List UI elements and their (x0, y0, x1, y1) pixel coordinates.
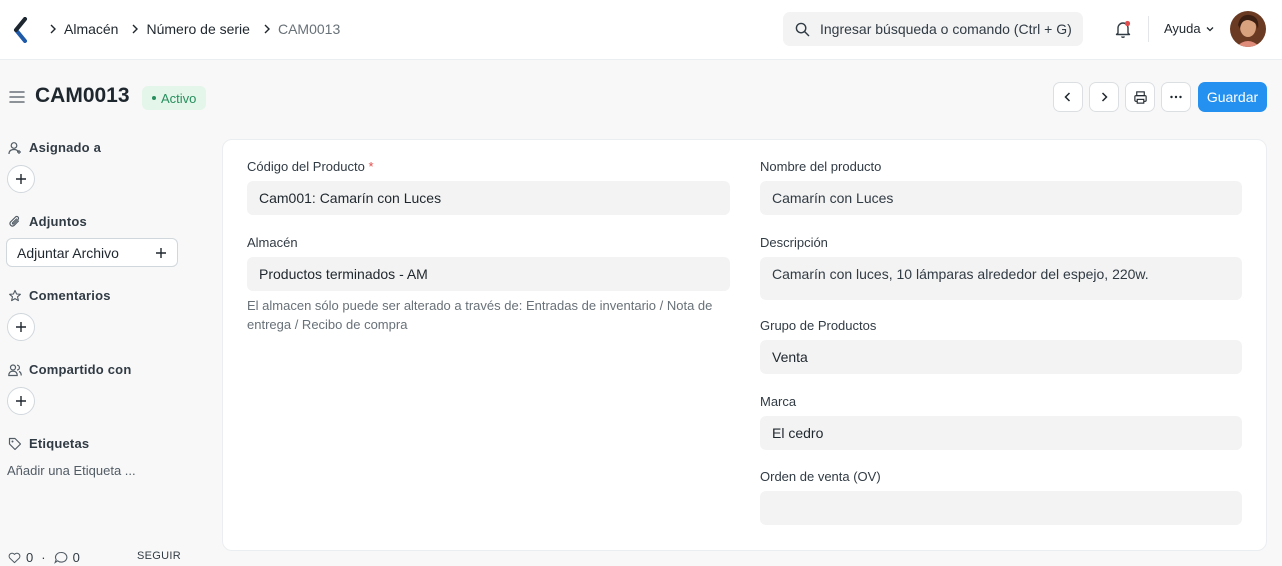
printer-icon (1133, 90, 1147, 104)
product-name-field: Camarín con Luces (760, 181, 1242, 215)
attachments-section: Adjuntos (8, 214, 87, 229)
comments-section: Comentarios (8, 288, 111, 303)
assigned-to-section: Asignado a (8, 140, 101, 155)
assigned-to-label: Asignado a (29, 140, 102, 155)
product-name-label: Nombre del producto (760, 159, 882, 174)
print-button[interactable] (1125, 82, 1155, 112)
required-indicator: * (368, 159, 374, 174)
attach-file-button[interactable]: Adjuntar Archivo (6, 238, 178, 267)
brand-field[interactable]: El cedro (760, 416, 1242, 450)
save-button[interactable]: Guardar (1198, 82, 1267, 112)
like-count: 0 (26, 550, 34, 565)
breadcrumb-warehouse[interactable]: Almacén (62, 21, 120, 37)
product-code-field[interactable]: Cam001: Camarín con Luces (247, 181, 730, 215)
plus-icon (16, 174, 26, 184)
more-horizontal-icon (1170, 95, 1182, 99)
product-code-label-text: Código del Producto (247, 159, 365, 174)
product-code-label: Código del Producto * (247, 159, 374, 174)
attach-file-label: Adjuntar Archivo (17, 244, 119, 261)
add-share-button[interactable] (7, 387, 35, 415)
description-field: Camarín con luces, 10 lámparas alrededor… (760, 257, 1242, 300)
chevron-right-icon (258, 23, 276, 35)
separator-dot: · (41, 550, 46, 565)
plus-icon (16, 322, 26, 332)
product-group-field[interactable]: Venta (760, 340, 1242, 374)
shared-with-label: Compartido con (29, 362, 132, 377)
follow-button[interactable]: SEGUIR (137, 550, 181, 562)
attachments-label: Adjuntos (29, 214, 87, 229)
warehouse-field[interactable]: Productos terminados - AM (247, 257, 730, 291)
shared-with-section: Compartido con (8, 362, 131, 377)
tag-icon (8, 437, 22, 450)
previous-doc-button[interactable] (1053, 82, 1083, 112)
navbar: Almacén Número de serie CAM0013 Ingresar… (0, 0, 1282, 60)
user-icon (8, 141, 21, 154)
status-badge: Activo (142, 86, 207, 110)
comments-label: Comentarios (29, 288, 111, 303)
more-actions-button[interactable] (1161, 82, 1191, 112)
status-dot (152, 96, 156, 100)
add-assignee-button[interactable] (7, 165, 35, 193)
add-tag-link[interactable]: Añadir una Etiqueta ... (7, 463, 136, 478)
search-icon (795, 22, 810, 36)
doc-stats: 0 · 0 (8, 550, 80, 565)
breadcrumb-serial-number[interactable]: Número de serie (144, 21, 252, 37)
description-label: Descripción (760, 235, 828, 250)
sidebar-toggle-icon[interactable] (8, 89, 26, 105)
sales-order-field[interactable] (760, 491, 1242, 525)
help-label: Ayuda (1164, 21, 1201, 36)
avatar[interactable] (1230, 11, 1266, 47)
search-input[interactable]: Ingresar búsqueda o comando (Ctrl + G) (820, 21, 1072, 37)
notification-bell-icon[interactable] (1113, 19, 1133, 39)
brand-label: Marca (760, 394, 797, 409)
plus-icon (156, 247, 166, 258)
search-bar[interactable]: Ingresar búsqueda o comando (Ctrl + G) (783, 12, 1083, 46)
chevron-left-icon (1064, 92, 1071, 102)
tags-label: Etiquetas (29, 436, 90, 451)
heart-icon[interactable] (8, 552, 21, 564)
app-logo-icon[interactable] (12, 17, 28, 43)
comment-icon[interactable] (53, 551, 68, 564)
chevron-right-icon (44, 23, 62, 35)
chevron-right-icon (1101, 92, 1108, 102)
sales-order-label: Orden de venta (OV) (760, 469, 881, 484)
tags-section: Etiquetas (8, 436, 89, 451)
plus-icon (16, 396, 26, 406)
status-label: Activo (161, 90, 197, 106)
chevron-right-icon (126, 23, 144, 35)
help-dropdown[interactable]: Ayuda (1164, 21, 1215, 36)
star-icon (9, 289, 21, 301)
page-title: CAM0013 (35, 84, 130, 107)
next-doc-button[interactable] (1089, 82, 1119, 112)
add-comment-button[interactable] (7, 313, 35, 341)
navbar-divider (1148, 16, 1149, 42)
comment-count: 0 (72, 550, 80, 565)
warehouse-help-text: El almacen sólo puede ser alterado a tra… (247, 298, 713, 332)
users-icon (8, 363, 22, 376)
chevron-down-icon (1206, 26, 1214, 31)
breadcrumb-current[interactable]: CAM0013 (276, 21, 342, 37)
product-group-label: Grupo de Productos (760, 318, 877, 333)
breadcrumb: Almacén Número de serie CAM0013 (44, 20, 342, 38)
paperclip-icon (9, 215, 20, 227)
warehouse-label: Almacén (247, 235, 298, 250)
